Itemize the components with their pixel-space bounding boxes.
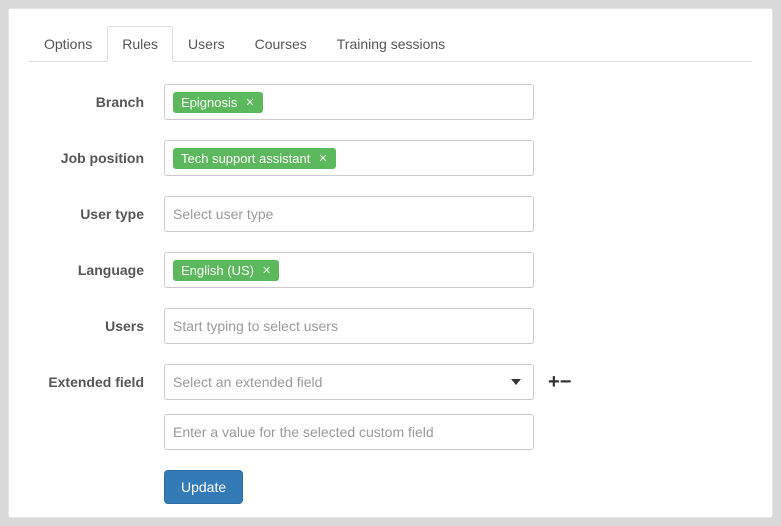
job-position-input[interactable]: Tech support assistant ✕ [164,140,534,176]
plus-icon[interactable]: + [548,371,558,394]
row-extended-field: Extended field Select an extended field … [29,364,752,400]
tag-branch[interactable]: Epignosis ✕ [173,92,263,113]
tab-users[interactable]: Users [173,26,240,62]
user-type-input[interactable]: Select user type [164,196,534,232]
tab-training-sessions[interactable]: Training sessions [322,26,460,62]
close-icon[interactable]: ✕ [262,264,271,277]
tab-courses[interactable]: Courses [240,26,322,62]
tag-job-position-label: Tech support assistant [181,151,310,166]
label-job-position: Job position [29,150,164,166]
branch-input[interactable]: Epignosis ✕ [164,84,534,120]
users-placeholder: Start typing to select users [173,318,338,334]
row-job-position: Job position Tech support assistant ✕ [29,140,752,176]
users-input[interactable]: Start typing to select users [164,308,534,344]
label-language: Language [29,262,164,278]
row-users: Users Start typing to select users [29,308,752,344]
extended-field-controls: +− [548,371,569,394]
extended-field-placeholder: Select an extended field [173,374,322,390]
tab-options[interactable]: Options [29,26,107,62]
language-input[interactable]: English (US) ✕ [164,252,534,288]
tag-language-label: English (US) [181,263,254,278]
label-users: Users [29,318,164,334]
row-language: Language English (US) ✕ [29,252,752,288]
extended-field-select[interactable]: Select an extended field [164,364,534,400]
close-icon[interactable]: ✕ [318,152,327,165]
tag-job-position[interactable]: Tech support assistant ✕ [173,148,336,169]
row-actions: Update [164,470,752,504]
tag-language[interactable]: English (US) ✕ [173,260,279,281]
chevron-down-icon [511,379,521,385]
row-branch: Branch Epignosis ✕ [29,84,752,120]
extended-value-placeholder: Enter a value for the selected custom fi… [173,424,434,440]
tabs-bar: Options Rules Users Courses Training ses… [29,25,752,62]
extended-value-input[interactable]: Enter a value for the selected custom fi… [164,414,534,450]
row-extended-value: Enter a value for the selected custom fi… [29,414,752,450]
label-branch: Branch [29,94,164,110]
close-icon[interactable]: ✕ [245,96,254,109]
row-user-type: User type Select user type [29,196,752,232]
user-type-placeholder: Select user type [173,206,273,222]
minus-icon[interactable]: − [560,371,570,394]
label-extended-field: Extended field [29,374,164,390]
tab-rules[interactable]: Rules [107,26,173,62]
update-button[interactable]: Update [164,470,243,504]
label-user-type: User type [29,206,164,222]
panel-card: Options Rules Users Courses Training ses… [8,8,773,518]
tag-branch-label: Epignosis [181,95,237,110]
